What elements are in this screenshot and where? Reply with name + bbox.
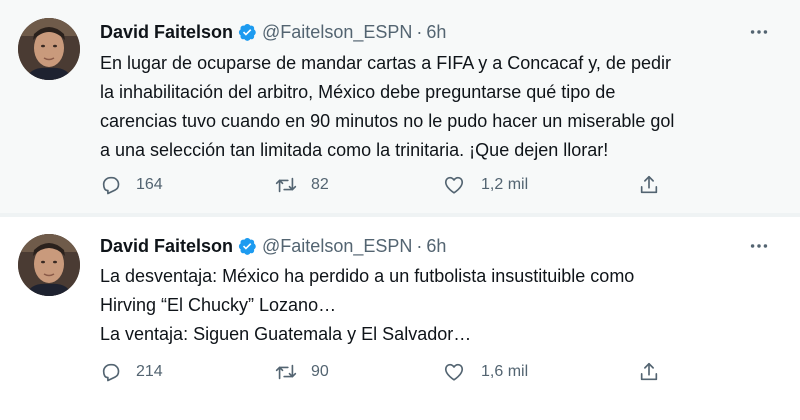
verified-badge-icon [237, 236, 257, 256]
like-icon [444, 176, 464, 194]
tweet-text-line: carencias tuvo cuando en 90 minutos no l… [100, 111, 675, 131]
tweet-text-line: Hirving “El Chucky” Lozano… [100, 295, 337, 315]
tweet-header: David Faitelson @Faitelson_ESPN · 6h [100, 233, 446, 259]
retweet-count: 90 [311, 363, 329, 380]
separator-dot: · [416, 21, 423, 42]
tweet-time[interactable]: 6h [426, 236, 446, 257]
like-icon [444, 363, 464, 381]
retweet-icon [275, 364, 297, 380]
tweet-text-line: En lugar de ocuparse de mandar cartas a … [100, 53, 671, 73]
tweet-text-line: La ventaja: Siguen Guatemala y El Salvad… [100, 324, 472, 344]
reply-button[interactable]: 164 [100, 170, 163, 200]
share-button[interactable] [638, 170, 660, 200]
retweet-button[interactable]: 82 [275, 170, 329, 200]
avatar[interactable] [18, 18, 80, 80]
share-icon [640, 362, 658, 381]
reply-count: 214 [136, 363, 163, 380]
tweet-actions: 164 82 1,2 mil [100, 170, 680, 200]
tweet-text-line: a una selección tan limitada como la tri… [100, 140, 609, 160]
like-button[interactable]: 1,2 mil [443, 170, 528, 200]
tweet-text-line: la inhabilitación del arbitro, México de… [100, 82, 616, 102]
reply-icon [102, 363, 120, 382]
author-handle[interactable]: @Faitelson_ESPN [262, 236, 412, 257]
like-button[interactable]: 1,6 mil [443, 357, 528, 387]
verified-badge-icon [237, 22, 257, 42]
retweet-icon [275, 177, 297, 193]
retweet-count: 82 [311, 176, 329, 193]
tweet-actions: 214 90 1,6 mil [100, 357, 680, 387]
reply-icon [102, 176, 120, 195]
author-name[interactable]: David Faitelson [100, 236, 233, 257]
tweet-text-line: La desventaja: México ha perdido a un fu… [100, 266, 635, 286]
share-button[interactable] [638, 357, 660, 387]
author-name[interactable]: David Faitelson [100, 22, 233, 43]
more-options-icon[interactable] [746, 19, 772, 45]
reply-button[interactable]: 214 [100, 357, 163, 387]
tweet-text: En lugar de ocuparse de mandar cartas a … [100, 49, 780, 165]
tweet-header: David Faitelson @Faitelson_ESPN · 6h [100, 19, 446, 45]
more-options-icon[interactable] [746, 233, 772, 259]
tweet-text: La desventaja: México ha perdido a un fu… [100, 262, 780, 349]
retweet-button[interactable]: 90 [275, 357, 329, 387]
tweet-feed: David Faitelson @Faitelson_ESPN · 6h En … [0, 0, 800, 420]
like-count: 1,6 mil [481, 363, 529, 380]
share-icon [640, 175, 658, 194]
tweet-time[interactable]: 6h [426, 22, 446, 43]
author-handle[interactable]: @Faitelson_ESPN [262, 22, 412, 43]
separator-dot: · [416, 235, 423, 256]
like-count: 1,2 mil [481, 176, 529, 193]
reply-count: 164 [136, 176, 163, 193]
avatar[interactable] [18, 234, 80, 296]
